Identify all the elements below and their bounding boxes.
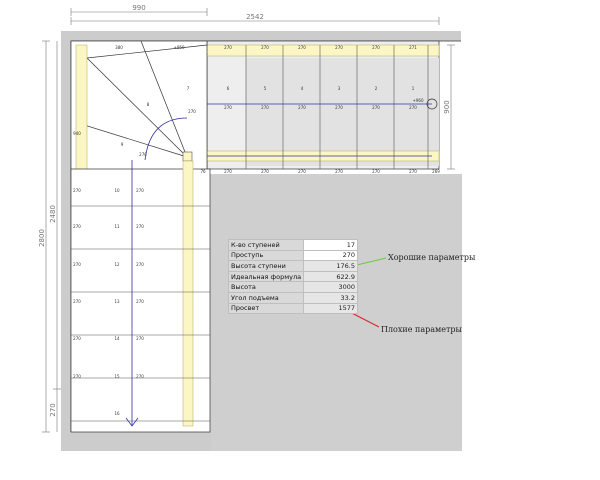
winder-label: 270 — [188, 109, 196, 114]
mid-label: 270 — [224, 105, 232, 110]
dim-left-flight: 2480 — [49, 205, 57, 223]
top-label: 270 — [372, 45, 380, 50]
param-row: Проступь 270 — [227, 249, 358, 262]
right-mark: 270 — [136, 299, 144, 304]
flight-number: 15 — [114, 374, 120, 379]
param-row: К-во ступеней 17 — [227, 239, 358, 251]
step-number: 8 — [147, 102, 150, 107]
param-row: Угол подъема 33.2 — [227, 291, 358, 304]
step-number: 3 — [338, 86, 341, 91]
param-value: 33.2 — [303, 291, 358, 304]
corner-mark: 76 — [200, 169, 206, 174]
mid-label: 270 — [372, 105, 380, 110]
param-name: Высота ступени — [227, 260, 305, 272]
winder-number: 9 — [121, 142, 124, 147]
mid-label: 270 — [298, 105, 306, 110]
left-mark: 270 — [73, 299, 81, 304]
param-name: Угол подъема — [227, 291, 305, 304]
top-label: 270 — [298, 45, 306, 50]
param-row: Высота 3000 — [227, 281, 358, 293]
step-number: 1 — [412, 86, 415, 91]
step-number: 7 — [187, 86, 190, 91]
flight-number: 10 — [114, 188, 120, 193]
dim-top-long: 2542 — [246, 13, 264, 21]
param-row: Просвет 1577 — [227, 302, 358, 315]
param-row: Высота ступени 176.5 — [227, 260, 358, 272]
wall-left — [61, 31, 71, 451]
top-label: 270 — [224, 45, 232, 50]
param-name: Высота — [227, 281, 305, 293]
dim-top-short: 990 — [132, 4, 145, 12]
step-number: 4 — [301, 86, 304, 91]
flight-number: 13 — [114, 299, 120, 304]
right-mark: 270 — [136, 336, 144, 341]
left-mark: 270 — [73, 188, 81, 193]
right-mark: 270 — [136, 374, 144, 379]
good-params-note: Хорошие параметры — [388, 253, 476, 262]
mid-label: +960 — [413, 98, 424, 103]
stringer-right — [182, 160, 194, 427]
dim-left-total: 2800 — [38, 229, 46, 247]
param-row: Идеальная формула 622.9 — [227, 270, 358, 283]
mid-label: 270 — [409, 105, 417, 110]
top-label: +950 — [174, 45, 185, 50]
left-mark: 270 — [73, 262, 81, 267]
param-name: Идеальная формула — [227, 270, 305, 283]
flight-number: 11 — [114, 224, 120, 229]
left-mark: 270 — [73, 374, 81, 379]
flight-number: 14 — [114, 336, 120, 341]
newel-post — [182, 151, 193, 162]
left-mark: 940 — [73, 131, 81, 136]
mid-label: 270 — [261, 105, 269, 110]
left-mark: 270 — [73, 224, 81, 229]
param-value: 3000 — [303, 281, 358, 293]
left-mark: 270 — [73, 336, 81, 341]
top-label: 270 — [261, 45, 269, 50]
bottom-label: 270 — [335, 169, 343, 174]
param-value[interactable]: 17 — [303, 239, 358, 251]
param-name: К-во ступеней — [227, 239, 305, 251]
param-name: Проступь — [227, 249, 305, 262]
bottom-label: 270 — [261, 169, 269, 174]
bottom-label: 269 — [432, 169, 440, 174]
top-label: 380 — [115, 45, 123, 50]
step-number: 6 — [227, 86, 230, 91]
right-mark: 270 — [136, 262, 144, 267]
top-label: 271 — [409, 45, 417, 50]
param-value: 1577 — [303, 302, 358, 315]
bad-params-note: Плохие параметры — [381, 325, 462, 334]
wall-bottom — [61, 432, 211, 451]
flight-number: 16 — [114, 411, 120, 416]
bottom-label: 270 — [298, 169, 306, 174]
top-label: 270 — [335, 45, 343, 50]
bottom-label: 270 — [372, 169, 380, 174]
wall-top — [61, 31, 461, 41]
winder-label: 270 — [139, 152, 147, 157]
bottom-label: 270 — [224, 169, 232, 174]
param-value: 622.9 — [303, 270, 358, 283]
right-mark: 270 — [136, 224, 144, 229]
flight-number: 12 — [114, 262, 120, 267]
right-mark: 270 — [136, 188, 144, 193]
param-value: 176.5 — [303, 260, 358, 272]
step-number: 2 — [375, 86, 378, 91]
stair-parameters-table: К-во ступеней 17 Проступь 270 Высота ступе… — [227, 239, 358, 315]
param-name: Просвет — [227, 302, 305, 315]
step-number: 5 — [264, 86, 267, 91]
dim-right-end: 900 — [443, 100, 451, 113]
upper-flight-gray-half — [246, 58, 439, 166]
bottom-label: 270 — [409, 169, 417, 174]
mid-label: 270 — [335, 105, 343, 110]
param-value[interactable]: 270 — [303, 249, 358, 262]
dim-left-bottom: 270 — [49, 403, 57, 416]
